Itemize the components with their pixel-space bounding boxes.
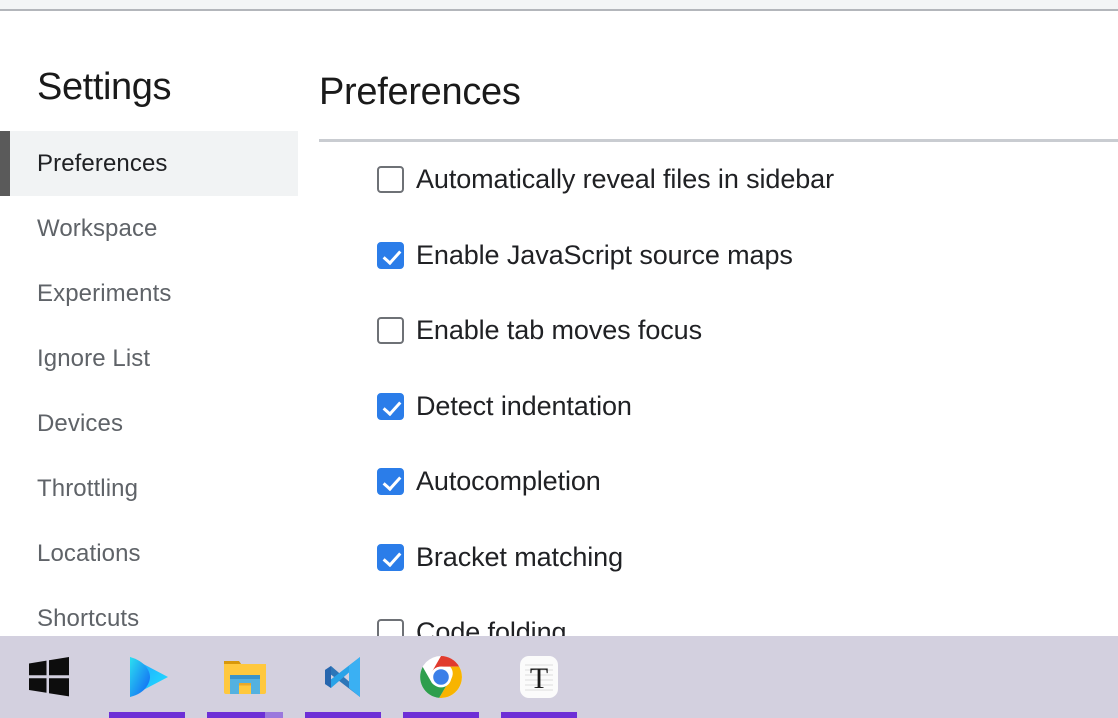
taskbar-chrome-button[interactable] bbox=[392, 636, 490, 718]
svg-text:T: T bbox=[530, 662, 548, 695]
settings-sidebar: Settings Preferences Workspace Experimen… bbox=[0, 13, 298, 636]
sidebar-item-label: Preferences bbox=[37, 149, 168, 177]
sidebar-item-ignore-list[interactable]: Ignore List bbox=[0, 326, 298, 391]
sidebar-item-workspace[interactable]: Workspace bbox=[0, 196, 298, 261]
sidebar-item-label: Workspace bbox=[37, 214, 158, 242]
checkbox-detect-indentation[interactable] bbox=[377, 392, 404, 420]
settings-dialog: Settings Preferences Workspace Experimen… bbox=[0, 13, 1118, 636]
setting-row-tab-moves-focus[interactable]: Enable tab moves focus bbox=[298, 293, 1118, 369]
checkbox-javascript-source-maps[interactable] bbox=[377, 241, 404, 269]
sidebar-item-experiments[interactable]: Experiments bbox=[0, 261, 298, 326]
taskbar-vscode-button[interactable] bbox=[294, 636, 392, 718]
setting-label: Bracket matching bbox=[416, 541, 623, 572]
windows-logo-icon bbox=[29, 657, 69, 697]
taskbar-start-button[interactable] bbox=[0, 636, 98, 718]
setting-label: Code folding bbox=[416, 617, 567, 636]
checkbox-code-folding[interactable] bbox=[377, 619, 404, 636]
vscode-icon bbox=[325, 657, 360, 697]
setting-label: Enable JavaScript source maps bbox=[416, 239, 793, 270]
chrome-icon bbox=[420, 656, 462, 698]
sidebar-item-label: Throttling bbox=[37, 474, 139, 502]
settings-title: Settings bbox=[37, 66, 172, 108]
preferences-list: Automatically reveal files in sidebar En… bbox=[298, 142, 1118, 636]
typora-t-icon: T bbox=[520, 656, 558, 698]
setting-row-bracket-matching[interactable]: Bracket matching bbox=[298, 520, 1118, 596]
sidebar-item-label: Devices bbox=[37, 409, 124, 437]
setting-row-autocompletion[interactable]: Autocompletion bbox=[298, 444, 1118, 520]
screen-root: Settings Preferences Workspace Experimen… bbox=[0, 0, 1118, 718]
folder-icon bbox=[224, 661, 266, 694]
sidebar-item-locations[interactable]: Locations bbox=[0, 521, 298, 586]
sidebar-item-preferences[interactable]: Preferences bbox=[0, 131, 298, 196]
setting-label: Automatically reveal files in sidebar bbox=[416, 164, 834, 195]
setting-label: Enable tab moves focus bbox=[416, 315, 702, 346]
sidebar-item-shortcuts[interactable]: Shortcuts bbox=[0, 586, 298, 636]
setting-row-auto-reveal-files[interactable]: Automatically reveal files in sidebar bbox=[298, 142, 1118, 218]
window-top-strip bbox=[0, 0, 1118, 11]
checkbox-auto-reveal-files[interactable] bbox=[377, 166, 404, 194]
setting-label: Autocompletion bbox=[416, 466, 601, 497]
taskbar-media-player-button[interactable] bbox=[98, 636, 196, 718]
sidebar-item-devices[interactable]: Devices bbox=[0, 391, 298, 456]
checkbox-tab-moves-focus[interactable] bbox=[377, 317, 404, 345]
setting-row-code-folding[interactable]: Code folding bbox=[298, 595, 1118, 636]
checkbox-autocompletion[interactable] bbox=[377, 468, 404, 496]
sidebar-item-throttling[interactable]: Throttling bbox=[0, 456, 298, 521]
checkbox-bracket-matching[interactable] bbox=[377, 543, 404, 571]
taskbar-typora-button[interactable]: T bbox=[490, 636, 588, 718]
sidebar-item-label: Shortcuts bbox=[37, 604, 140, 632]
page-title: Preferences bbox=[319, 71, 521, 113]
sidebar-item-label: Locations bbox=[37, 539, 141, 567]
taskbar-file-explorer-button[interactable] bbox=[196, 636, 294, 718]
play-triangle-icon bbox=[130, 657, 168, 697]
sidebar-item-label: Experiments bbox=[37, 279, 172, 307]
windows-taskbar: T CSDN @我叫汪枫 bbox=[0, 636, 1118, 718]
sidebar-nav-list: Preferences Workspace Experiments Ignore… bbox=[0, 131, 298, 636]
settings-main-panel: Preferences Automatically reveal files i… bbox=[298, 13, 1118, 636]
taskbar-icon-strip: T bbox=[0, 636, 588, 718]
setting-row-javascript-source-maps[interactable]: Enable JavaScript source maps bbox=[298, 218, 1118, 294]
setting-label: Detect indentation bbox=[416, 390, 632, 421]
setting-row-detect-indentation[interactable]: Detect indentation bbox=[298, 369, 1118, 445]
sidebar-item-label: Ignore List bbox=[37, 344, 151, 372]
